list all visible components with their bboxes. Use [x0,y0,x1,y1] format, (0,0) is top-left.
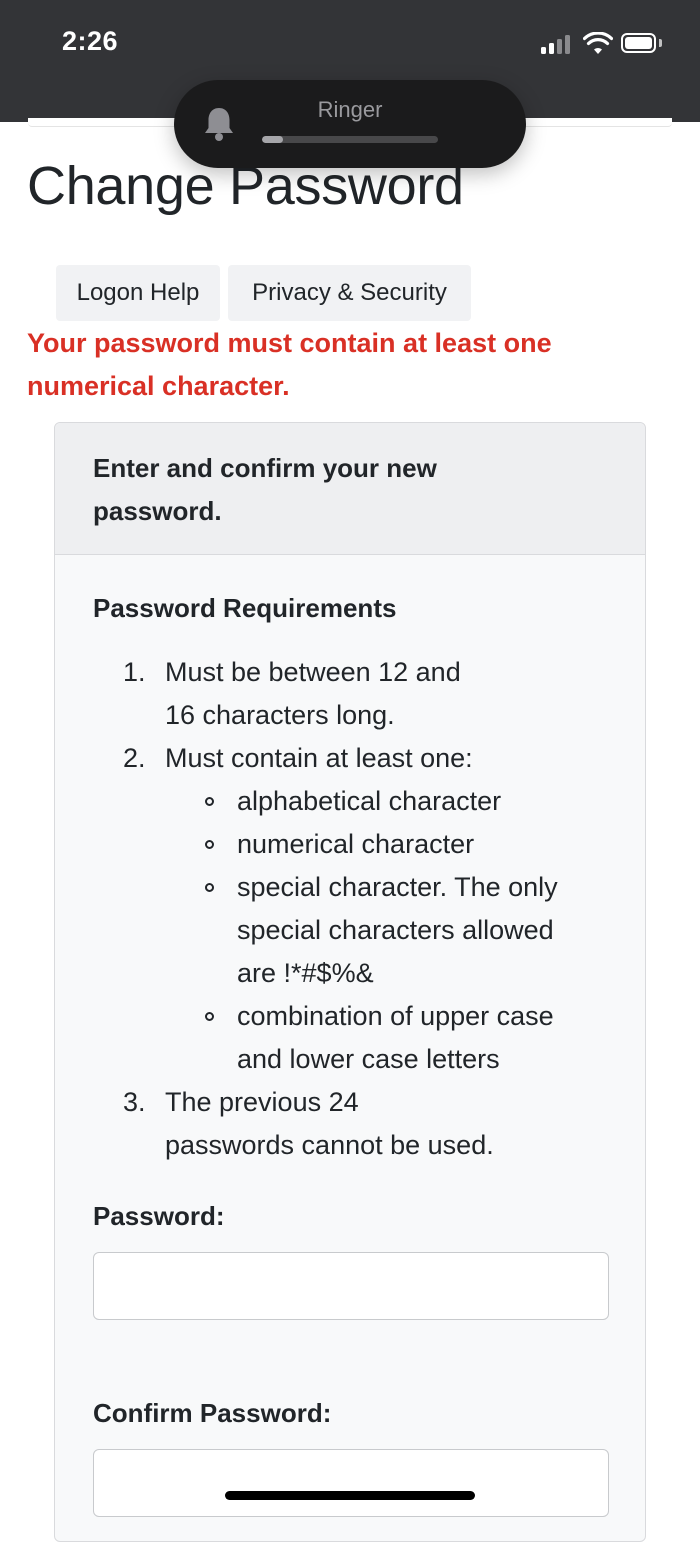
requirement-item: 3. The previous 24 passwords cannot be u… [55,1081,645,1167]
password-field[interactable] [93,1252,609,1320]
privacy-security-button[interactable]: Privacy & Security [228,265,471,321]
hollow-bullet-icon [205,883,214,892]
sub-requirement-item: alphabetical character [55,780,645,823]
sub-requirement-item: combination of upper case and lower case… [55,995,645,1081]
ringer-volume-fill [262,136,284,143]
requirements-title: Password Requirements [93,593,397,623]
ringer-label: Ringer [317,97,383,122]
requirement-number: 3. [123,1087,146,1117]
sub-requirement-text: special character. The only special char… [237,872,558,988]
sub-requirement-text: numerical character [237,829,475,859]
logon-help-button[interactable]: Logon Help [56,265,220,321]
error-message: Your password must contain at least one … [27,328,552,401]
hollow-bullet-icon [205,1012,214,1021]
requirements-list: 1. Must be between 12 and 16 characters … [55,651,645,1167]
ringer-volume-track [262,136,438,143]
requirement-text: Must be between 12 and 16 characters lon… [165,657,461,730]
change-password-card: Enter and confirm your new password. Pas… [54,422,646,1542]
ringer-hud: Ringer [174,80,526,168]
requirement-item: 1. Must be between 12 and 16 characters … [55,651,645,737]
home-indicator[interactable] [225,1491,475,1500]
battery-icon [621,33,656,53]
sub-requirement-text: combination of upper case and lower case… [237,1001,554,1074]
card-header-text: Enter and confirm your new password. [93,453,437,526]
cellular-signal-icon [541,34,575,54]
hollow-bullet-icon [205,797,214,806]
status-time: 2:26 [62,26,119,56]
sub-requirement-item: numerical character [55,823,645,866]
confirm-password-field[interactable] [93,1449,609,1517]
battery-cap [659,39,662,47]
requirement-text: The previous 24 passwords cannot be used… [165,1087,494,1160]
wifi-icon [583,32,613,54]
requirement-item: 2. Must contain at least one: [55,737,645,780]
confirm-password-label: Confirm Password: [93,1398,332,1428]
password-label: Password: [93,1201,225,1231]
hollow-bullet-icon [205,840,214,849]
requirement-text: Must contain at least one: [165,743,473,773]
requirement-number: 2. [123,743,146,773]
sub-requirement-text: alphabetical character [237,786,502,816]
card-header: Enter and confirm your new password. [55,423,645,555]
requirement-number: 1. [123,657,146,687]
sub-requirement-item: special character. The only special char… [55,866,645,995]
